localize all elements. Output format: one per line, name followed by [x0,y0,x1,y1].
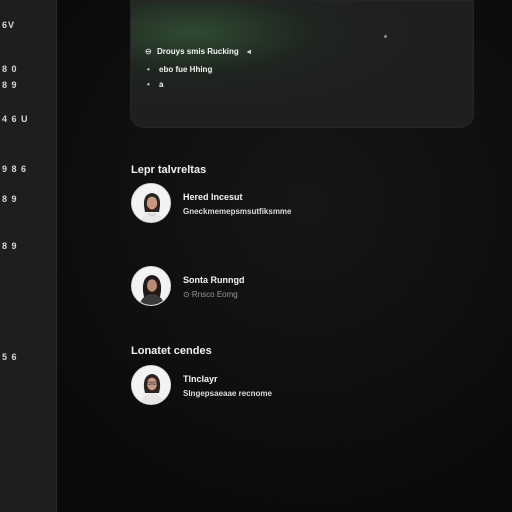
sidebar-item-5[interactable]: 9 8 6 [2,164,27,174]
person-subtitle: ⊙ Rnsco Eomg [183,290,238,299]
sidebar-item-7[interactable]: 8 9 [2,241,18,251]
bullet-icon: ⊖ [145,47,152,56]
list-item[interactable]: Hered Incesut Gneckmemepsmsutfiksmme [131,183,381,225]
bullet-icon: • [147,80,150,89]
section-title: Lonatet cendes [131,345,212,357]
indicator-dot [384,35,387,38]
person-portrait-icon [131,266,171,306]
sidebar-item-8[interactable]: 5 6 [2,352,18,362]
person-name: Tlnclayr [183,374,218,384]
sidebar-item-4[interactable]: 4 6 U [2,114,29,124]
person-subtitle: Slngepsaeaae recnome [183,389,272,398]
sidebar-item-6[interactable]: 8 9 [2,194,18,204]
person-subtitle: Gneckmemepsmsutfiksmme [183,207,292,216]
person-name: Hered Incesut [183,192,243,202]
person-portrait-icon [131,365,171,405]
sidebar: 6V 8 0 8 9 4 6 U 9 8 6 8 9 8 9 5 6 [0,0,57,512]
sidebar-item-3[interactable]: 8 9 [2,80,18,90]
hero-row-label: ebo fue Hhing [159,65,213,74]
person-portrait-icon [131,183,171,223]
list-item[interactable]: Sonta Runngd ⊙ Rnsco Eomg [131,266,381,308]
sidebar-item-2[interactable]: 8 0 [2,64,18,74]
caret-left-icon[interactable]: ◂ [247,47,251,56]
list-item[interactable]: Tlnclayr Slngepsaeaae recnome [131,365,381,407]
hero-row-1[interactable]: ⊖ Drouys smis Rucking ◂ [145,47,251,56]
bullet-icon: • [147,65,150,74]
app-window: 6V 8 0 8 9 4 6 U 9 8 6 8 9 8 9 5 6 ⊖ Dro… [0,0,512,512]
section-title: Lepr talvreltas [131,164,207,176]
hero-card[interactable]: ⊖ Drouys smis Rucking ◂ • ebo fue Hhing … [130,0,474,128]
person-name: Sonta Runngd [183,275,245,285]
hero-row-label: a [159,80,164,89]
sidebar-item-1[interactable]: 6V [2,20,15,30]
hero-row-2[interactable]: • ebo fue Hhing [147,65,212,74]
hero-row-3[interactable]: • a [147,80,163,89]
hero-row-label: Drouys smis Rucking [157,47,239,56]
